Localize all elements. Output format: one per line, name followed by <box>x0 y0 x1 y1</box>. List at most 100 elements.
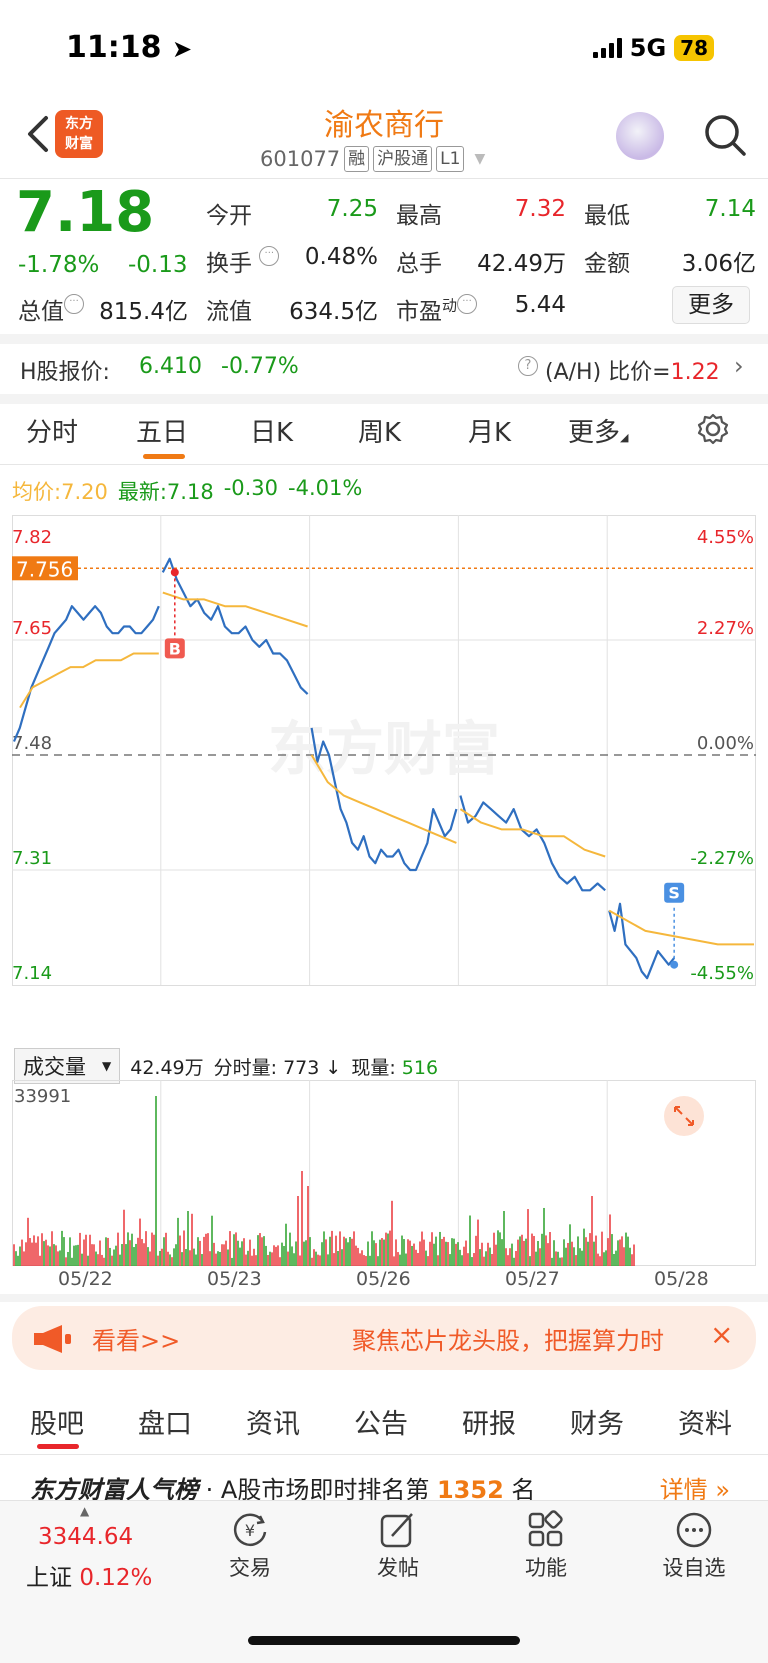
info-dots-icon[interactable]: ··· <box>64 294 84 314</box>
divider <box>0 464 768 465</box>
h-share-row[interactable]: H股报价: 6.410 -0.77% ? (A/H) 比价=1.22 › <box>0 340 768 396</box>
watermark: 东方财富 <box>268 715 500 783</box>
x-label-2: 05/23 <box>207 1268 262 1290</box>
close-icon[interactable]: × <box>710 1318 733 1351</box>
stock-code-row[interactable]: 601077 融 沪股通 L1 ▼ <box>260 146 485 172</box>
y-tick-left: 7.65 <box>12 618 52 639</box>
avg-line-day-5 <box>608 909 754 946</box>
nav-trade[interactable]: 交易 <box>210 1552 290 1582</box>
divider <box>0 1294 768 1302</box>
grid-functions-icon[interactable] <box>526 1510 566 1550</box>
avg-line-day-2 <box>162 591 308 628</box>
tab-more[interactable]: 更多◢ <box>568 412 628 449</box>
mktcap-label: 总值 ··· <box>18 292 84 326</box>
volume-value: 42.49万 <box>477 251 566 277</box>
avg-label: 均价:7.20 <box>12 480 108 504</box>
trade-yen-icon[interactable]: ¥ <box>230 1510 270 1550</box>
tab-research[interactable]: 研报 <box>462 1402 516 1441</box>
h-share-label: H股报价: <box>20 360 110 385</box>
mktcap-value: 815.4亿 <box>99 299 188 325</box>
float-label: 流值 <box>206 299 252 325</box>
tag-level: L1 <box>436 146 465 172</box>
price-chart[interactable]: 东方财富 7.756 7.82 4.55% 7.65 2.27% 7.48 0.00% 7.31… <box>12 515 756 1045</box>
pe-label: 市盈动 ··· <box>396 292 478 326</box>
divider <box>0 1454 768 1455</box>
volume-max-tick: 33991 <box>14 1086 71 1107</box>
latest-change: -0.30 <box>223 476 279 500</box>
nav-post[interactable]: 发帖 <box>358 1552 438 1582</box>
latest-pct: -4.01% <box>288 476 363 500</box>
change-amount: -0.13 <box>128 252 188 278</box>
active-tab-indicator <box>37 1444 79 1449</box>
tab-forum[interactable]: 股吧 <box>30 1402 84 1441</box>
x-label-5: 05/28 <box>654 1268 709 1290</box>
tab-financials[interactable]: 财务 <box>570 1402 624 1441</box>
network-label: 5G <box>629 34 667 62</box>
nav-functions[interactable]: 功能 <box>506 1552 586 1582</box>
turnover-label: 换手 ··· <box>206 244 280 278</box>
chevron-right-icon: › <box>734 352 744 380</box>
minute-volume: 分时量: 773 ↓ <box>213 1056 342 1079</box>
svg-text:¥: ¥ <box>245 1521 255 1540</box>
buy-marker-label: B <box>169 639 181 658</box>
nav-add-watchlist[interactable]: 设自选 <box>648 1552 740 1582</box>
pe-value: 5.44 <box>514 292 566 318</box>
current-price: 7.18 <box>16 180 155 245</box>
status-time: 11:18 ➤ <box>66 30 193 65</box>
index-row[interactable]: 上证 0.12% <box>26 1558 152 1592</box>
y-tick-right: -2.27% <box>690 848 754 869</box>
x-label-1: 05/22 <box>58 1268 113 1290</box>
info-dots-icon[interactable]: ··· <box>259 246 280 266</box>
search-icon[interactable] <box>702 112 748 158</box>
buy-marker-dot <box>170 568 179 577</box>
tab-profile[interactable]: 资料 <box>678 1402 732 1441</box>
low-label: 最低 <box>584 203 630 229</box>
help-icon: ? <box>518 356 538 376</box>
y-tick-left: 7.48 <box>12 733 52 754</box>
home-indicator <box>248 1636 520 1645</box>
compose-icon[interactable] <box>378 1510 418 1550</box>
tab-weekly-k[interactable]: 周K <box>358 412 401 449</box>
tab-news[interactable]: 资讯 <box>246 1402 300 1441</box>
h-share-change: -0.77% <box>221 354 299 379</box>
volume-total: 42.49万 <box>130 1056 204 1079</box>
y-tick-right: 0.00% <box>697 733 754 754</box>
tab-five-day[interactable]: 五日 <box>136 412 188 449</box>
high-label: 最高 <box>396 203 442 229</box>
expand-icon <box>664 1096 704 1136</box>
tab-announcements[interactable]: 公告 <box>354 1402 408 1441</box>
signal-icon <box>592 38 622 58</box>
active-tab-indicator <box>143 454 185 459</box>
amount-label: 金额 <box>584 251 630 277</box>
current-volume: 现量: 516 <box>351 1056 439 1079</box>
settings-gear-icon[interactable] <box>696 412 730 446</box>
volume-chart[interactable]: 33991 <box>12 1080 756 1266</box>
low-value: 7.14 <box>704 196 756 222</box>
avg-line-day-1 <box>19 652 159 709</box>
ah-ratio: ? (A/H) 比价=1.22 <box>518 354 720 386</box>
banner-headline: 聚焦芯片龙头股，把握算力时 <box>352 1327 664 1355</box>
up-triangle-icon: ▲ <box>80 1504 90 1518</box>
high-value: 7.32 <box>514 196 566 222</box>
volume-selector[interactable]: 成交量 ▼ <box>14 1048 121 1084</box>
index-value[interactable]: 3344.64 <box>38 1524 133 1550</box>
more-button[interactable]: 更多 <box>672 286 750 324</box>
banner-link[interactable]: 看看>> <box>92 1321 180 1356</box>
price-line-day-2 <box>161 557 309 695</box>
status-indicators: 5G 78 <box>592 34 714 62</box>
change-percent: -1.78% <box>18 252 100 278</box>
volume-header: 成交量 ▼ 42.49万 分时量: 773 ↓ 现量: 516 <box>14 1048 438 1084</box>
megaphone-icon <box>34 1325 71 1353</box>
volume-label: 总手 <box>396 251 442 277</box>
tab-monthly-k[interactable]: 月K <box>468 412 511 449</box>
amount-value: 3.06亿 <box>681 251 756 277</box>
open-value: 7.25 <box>326 196 378 222</box>
stock-code: 601077 <box>260 147 341 171</box>
info-dots-icon[interactable]: ··· <box>457 294 478 314</box>
tab-daily-k[interactable]: 日K <box>250 412 293 449</box>
tab-intraday[interactable]: 分时 <box>26 412 78 449</box>
promo-banner[interactable]: 看看>> 聚焦芯片龙头股，把握算力时 × <box>12 1306 756 1370</box>
more-circle-icon[interactable] <box>674 1510 714 1550</box>
robot-assistant-icon[interactable] <box>616 112 664 160</box>
tab-orderbook[interactable]: 盘口 <box>138 1402 192 1441</box>
